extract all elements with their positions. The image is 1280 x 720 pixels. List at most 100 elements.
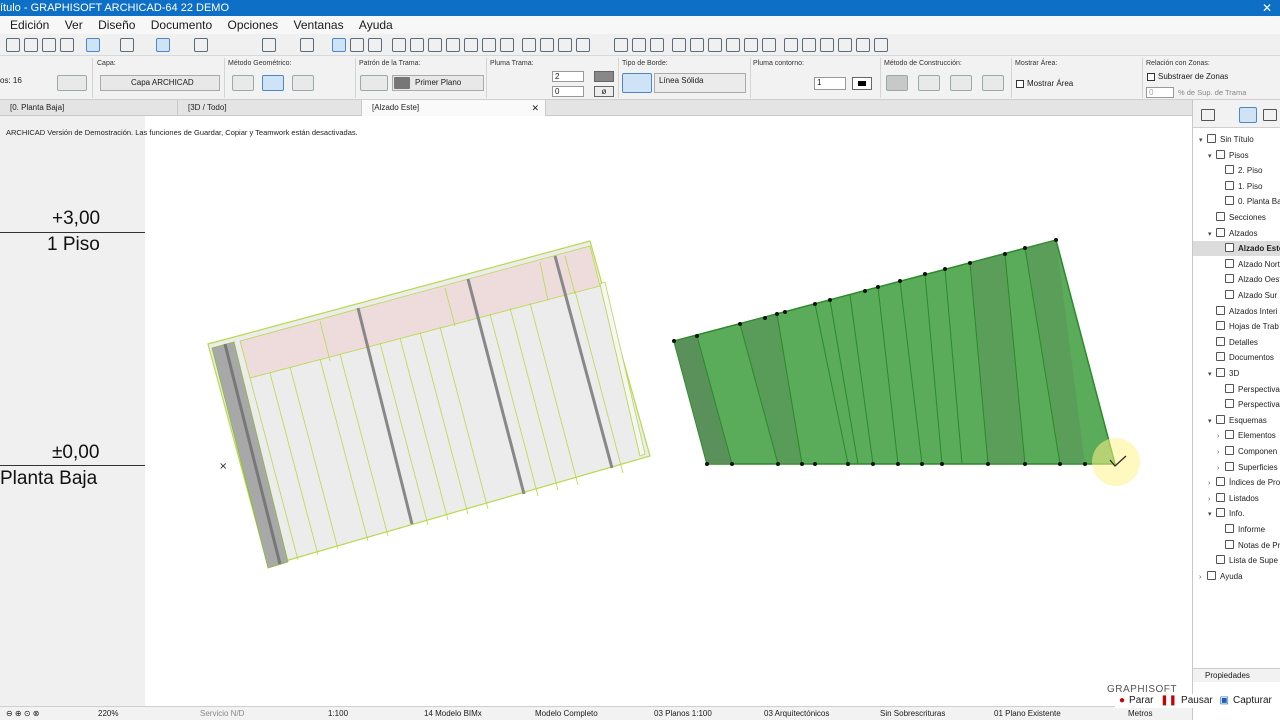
scale-select[interactable]: 1:100: [328, 707, 348, 720]
menu-documento[interactable]: Documento: [151, 16, 212, 34]
navigator-item[interactable]: ▾ Esquemas: [1193, 413, 1280, 428]
hash-grid-icon[interactable]: [194, 38, 208, 52]
navigator-item[interactable]: Secciones: [1193, 210, 1280, 225]
polygon-icon[interactable]: [500, 38, 514, 52]
geometry-rotated-button[interactable]: [292, 75, 314, 91]
menu-ver[interactable]: Ver: [65, 16, 83, 34]
worksheet-icon[interactable]: [856, 38, 870, 52]
zoom-level[interactable]: 220%: [98, 707, 118, 720]
tree-arrow-icon[interactable]: ›: [1217, 461, 1225, 476]
navigator-item[interactable]: Documentos: [1193, 350, 1280, 365]
model-view-select[interactable]: Modelo Completo: [535, 707, 598, 720]
tree-arrow-icon[interactable]: ›: [1199, 570, 1207, 585]
tab-alzado-este[interactable]: [Alzado Este] ✕: [362, 100, 546, 116]
geometry-fill-button[interactable]: [262, 75, 284, 91]
navigator-item[interactable]: Perspectiva: [1193, 397, 1280, 412]
move-icon[interactable]: [522, 38, 536, 52]
tree-arrow-icon[interactable]: ▾: [1208, 367, 1216, 382]
menu-ventanas[interactable]: Ventanas: [294, 16, 344, 34]
tree-arrow-icon[interactable]: ▾: [1208, 507, 1216, 522]
explode-icon[interactable]: [368, 38, 382, 52]
detail-icon[interactable]: [838, 38, 852, 52]
elevate-icon[interactable]: [576, 38, 590, 52]
arrow-tool-icon[interactable]: [86, 38, 100, 52]
zones-percent-input[interactable]: 0: [1146, 87, 1174, 98]
navigator-item[interactable]: 2. Piso: [1193, 163, 1280, 178]
tab-close-icon[interactable]: ✕: [531, 100, 539, 116]
navigator-view-map-icon[interactable]: [1263, 109, 1277, 121]
zoom-controls-icon[interactable]: ⊖ ⊕ ⊙ ⊗: [6, 707, 39, 720]
tab-planta-baja[interactable]: [0. Planta Baja]: [0, 100, 178, 116]
zones-checkbox[interactable]: [1147, 73, 1155, 81]
navigator-item[interactable]: Detalles: [1193, 335, 1280, 350]
construction-cover-button[interactable]: [950, 75, 972, 91]
rotate-icon[interactable]: [540, 38, 554, 52]
border-type-button[interactable]: [622, 73, 652, 93]
adjust-icon[interactable]: [464, 38, 478, 52]
offset-icon[interactable]: [410, 38, 424, 52]
section-icon[interactable]: [802, 38, 816, 52]
tree-arrow-icon[interactable]: ▾: [1208, 149, 1216, 164]
capture-icon[interactable]: ▣: [1220, 695, 1229, 706]
grid-tool-icon[interactable]: [6, 38, 20, 52]
navigator-item[interactable]: Alzados Interi: [1193, 304, 1280, 319]
roof-icon[interactable]: [784, 38, 798, 52]
menu-edicion[interactable]: Edición: [10, 16, 49, 34]
box-select-icon[interactable]: [262, 38, 276, 52]
pattern-type-button[interactable]: [360, 75, 388, 91]
geometry-polygon-button[interactable]: [232, 75, 254, 91]
existing-select[interactable]: 01 Plano Existente: [994, 707, 1061, 720]
menu-diseno[interactable]: Diseño: [98, 16, 135, 34]
arch-select[interactable]: 03 Arquitectónicos: [764, 707, 829, 720]
stack-icon[interactable]: [632, 38, 646, 52]
navigator-item[interactable]: Alzado Este: [1193, 241, 1280, 257]
navigator-project-map-icon[interactable]: [1239, 107, 1257, 123]
magic-wand-icon[interactable]: [332, 38, 346, 52]
trace-icon[interactable]: [350, 38, 364, 52]
pause-button[interactable]: Pausar: [1181, 695, 1213, 706]
pen-tool-icon[interactable]: [42, 38, 56, 52]
navigator-toggle-icon[interactable]: [1201, 109, 1215, 121]
view-icon[interactable]: [690, 38, 704, 52]
model-select[interactable]: 14 Modelo BIMx: [424, 707, 482, 720]
navigator-item[interactable]: ▾ Sin Título: [1193, 132, 1280, 147]
tree-arrow-icon[interactable]: ▾: [1208, 414, 1216, 429]
navigator-item[interactable]: › Componen: [1193, 444, 1280, 459]
navigator-item[interactable]: ▾ Pisos: [1193, 148, 1280, 163]
tree-arrow-icon[interactable]: ›: [1217, 429, 1225, 444]
text-icon[interactable]: [726, 38, 740, 52]
navigator-item[interactable]: Alzado Nort: [1193, 257, 1280, 272]
tree-arrow-icon[interactable]: ›: [1208, 476, 1216, 491]
layer-select[interactable]: Capa ARCHICAD: [100, 75, 220, 91]
eyedropper-icon[interactable]: [60, 38, 74, 52]
tree-arrow-icon[interactable]: ›: [1208, 492, 1216, 507]
units-select[interactable]: Metros: [1128, 707, 1152, 720]
settings-icon[interactable]: [874, 38, 888, 52]
navigator-item[interactable]: ▾ Alzados: [1193, 226, 1280, 241]
border-select[interactable]: Línea Sólida: [654, 73, 746, 93]
construction-other-button[interactable]: [982, 75, 1004, 91]
navigator-item[interactable]: › Elementos: [1193, 428, 1280, 443]
navigator-item[interactable]: › Índices de Pro: [1193, 475, 1280, 490]
navigator-item[interactable]: Perspectiva: [1193, 382, 1280, 397]
capture-button[interactable]: Capturar: [1233, 695, 1272, 706]
dimension-icon[interactable]: [744, 38, 758, 52]
navigator-item[interactable]: Hojas de Trab: [1193, 319, 1280, 334]
camera-icon[interactable]: [708, 38, 722, 52]
navigator-item[interactable]: › Superficies: [1193, 460, 1280, 475]
construction-draft-button[interactable]: [918, 75, 940, 91]
properties-header[interactable]: Propiedades: [1193, 668, 1280, 682]
split-icon[interactable]: [428, 38, 442, 52]
menu-ayuda[interactable]: Ayuda: [359, 16, 393, 34]
tab-3d-todo[interactable]: [3D / Todo]: [178, 100, 362, 116]
show-area-checkbox[interactable]: [1016, 80, 1024, 88]
overrides-select[interactable]: Sin Sobrescrituras: [880, 707, 945, 720]
navigator-item[interactable]: ▾ Info.: [1193, 506, 1280, 521]
fillet-icon[interactable]: [446, 38, 460, 52]
navigator-item[interactable]: 0. Planta Ba: [1193, 194, 1280, 209]
pattern-icon[interactable]: [650, 38, 664, 52]
navigator-item[interactable]: › Ayuda: [1193, 569, 1280, 584]
contour-input[interactable]: 1: [814, 77, 846, 90]
navigator-item[interactable]: Lista de Supe: [1193, 553, 1280, 568]
navigator-item[interactable]: › Listados: [1193, 491, 1280, 506]
